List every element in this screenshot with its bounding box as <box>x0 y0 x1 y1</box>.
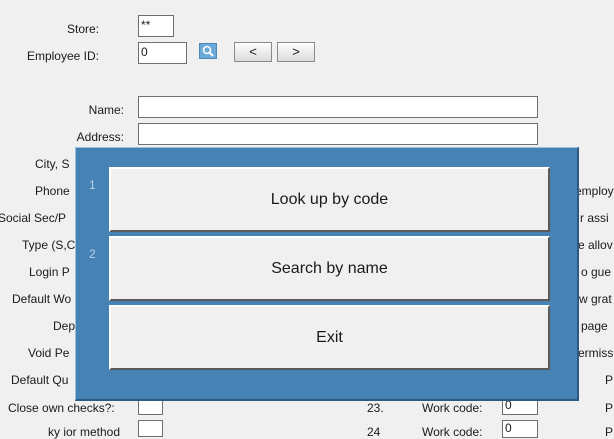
lookup-by-code-button[interactable]: Look up by code <box>109 167 550 232</box>
option-number-1: 1 <box>89 178 96 192</box>
default-qu-label: Default Qu <box>11 373 69 387</box>
address-label: Address: <box>76 130 124 144</box>
login-label: Login P <box>29 265 70 279</box>
phone-label: Phone <box>35 184 70 198</box>
far-right-label-1: P <box>605 373 614 387</box>
next-button[interactable]: > <box>277 42 315 62</box>
right-label-4: o gue <box>581 265 612 279</box>
work-code-label: Work code: <box>422 401 483 415</box>
name-label: Name: <box>88 103 124 117</box>
far-right-label-2: P <box>605 401 614 415</box>
right-label-1: employ <box>575 184 614 198</box>
right-label-2: r assi <box>580 211 609 225</box>
address-input[interactable] <box>138 123 538 145</box>
lookup-by-code-label: Look up by code <box>270 190 389 208</box>
option-number-2: 2 <box>89 247 96 261</box>
right-label-3: e allov <box>578 238 613 252</box>
default-wo-label: Default Wo <box>12 292 72 306</box>
last-input[interactable] <box>138 420 163 437</box>
exit-label: Exit <box>316 328 343 346</box>
last-label: ky ior method <box>48 425 121 439</box>
lookup-dialog: 1 Look up by code 2 Search by name Exit <box>75 147 579 401</box>
store-input[interactable]: ** <box>138 15 174 37</box>
search-icon[interactable] <box>199 43 217 59</box>
previous-button[interactable]: < <box>234 42 272 62</box>
name-input[interactable] <box>138 96 538 118</box>
dep-label: Dep <box>53 319 76 333</box>
type-label: Type (S,C <box>22 238 76 252</box>
far-right-label-3: P <box>605 425 614 439</box>
exit-button[interactable]: Exit <box>109 305 550 370</box>
employee-id-input[interactable]: 0 <box>138 42 187 64</box>
store-label: Store: <box>66 22 99 36</box>
right-label-5: w grat <box>579 292 612 306</box>
work-code-label-2: Work code: <box>422 425 483 439</box>
employee-id-label: Employee ID: <box>26 49 99 63</box>
search-by-name-label: Search by name <box>271 259 388 277</box>
close-checks-label: Close own checks?: <box>8 401 115 415</box>
ssn-label: Social Sec/P <box>0 211 67 225</box>
city-label: City, S <box>35 157 70 171</box>
work-code-input-2[interactable]: 0 <box>502 420 538 438</box>
row-number-24: 24 <box>367 425 381 439</box>
row-number-23: 23. <box>367 401 384 415</box>
right-label-7: ermiss <box>578 346 614 360</box>
right-label-6: page <box>581 319 608 333</box>
search-by-name-button[interactable]: Search by name <box>109 236 550 301</box>
void-label: Void Pe <box>28 346 70 360</box>
